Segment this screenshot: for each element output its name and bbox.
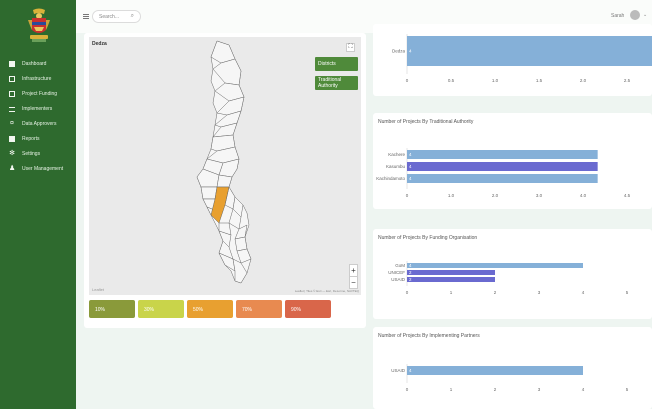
bar[interactable] xyxy=(407,277,495,282)
bar[interactable] xyxy=(407,263,583,268)
sidebar-item-label: Reports xyxy=(22,136,40,142)
districts-button[interactable]: Districts xyxy=(315,57,358,71)
chart-card-traditional-authority: Number of Projects By Traditional Author… xyxy=(373,113,652,209)
x-tick-label: 4.5 xyxy=(624,193,631,198)
bar[interactable] xyxy=(407,162,598,171)
traditional-authority-button[interactable]: Traditional Authority xyxy=(315,76,358,90)
calendar-icon xyxy=(9,91,15,97)
fullscreen-icon[interactable]: ⛶ xyxy=(346,43,355,52)
search-input[interactable]: Search... ⌕ xyxy=(92,10,141,23)
category-label: USAID xyxy=(391,368,406,373)
avatar[interactable] xyxy=(630,10,640,20)
map-legend: 10% 30% 50% 70% 90% xyxy=(89,300,331,318)
x-tick-label: 2.0 xyxy=(580,78,587,83)
bar[interactable] xyxy=(407,270,495,275)
chart-projects-by-traditional-authority: Kachere 4Kasumbu 4Kachindamoto 40 1.0 2.0 3.0 4… xyxy=(376,148,631,198)
category-label: UNICEF xyxy=(388,270,405,275)
category-label: Kachindamoto xyxy=(376,176,405,181)
chart-projects-by-funding-organisation: GoM 4UNICEF 2USAID 20 1 2 3 4 5 xyxy=(388,261,629,295)
category-label: Kachere xyxy=(388,152,405,157)
search-icon[interactable]: ⌕ xyxy=(131,13,134,20)
x-tick-label: 3.0 xyxy=(536,193,543,198)
x-tick-label: 0 xyxy=(406,78,409,83)
x-tick-label: 0 xyxy=(406,193,409,198)
bar-chart-icon xyxy=(9,76,15,82)
sidebar-item-data-approvers[interactable]: ¤ Data Approvers xyxy=(9,118,56,130)
chart-projects-by-implementing-partners: USAID 40 1 2 3 4 5 xyxy=(391,364,629,392)
sidebar-item-settings[interactable]: ✻ Settings xyxy=(9,148,40,160)
bar[interactable] xyxy=(407,150,598,159)
coat-of-arms-logo xyxy=(28,8,50,42)
x-tick-label: 3 xyxy=(538,387,541,392)
map-provider-logo: Leaflet xyxy=(92,287,105,292)
category-label: Dedza xyxy=(392,49,406,54)
sidebar: Dashboard Infrastructure Project Funding… xyxy=(0,0,76,409)
x-tick-label: 1.0 xyxy=(448,193,455,198)
x-tick-label: 3 xyxy=(538,290,541,295)
report-icon xyxy=(9,136,15,142)
sidebar-item-label: Data Approvers xyxy=(22,121,57,127)
category-label: Kasumbu xyxy=(386,164,406,169)
legend-item: 30% xyxy=(138,300,184,318)
sidebar-item-label: Infrastructure xyxy=(22,76,52,82)
zoom-in-button[interactable]: + xyxy=(350,265,357,277)
x-tick-label: 0 xyxy=(406,290,409,295)
x-tick-label: 2 xyxy=(494,387,497,392)
sidebar-item-label: Dashboard xyxy=(22,61,47,67)
x-tick-label: 2 xyxy=(494,290,497,295)
list-icon xyxy=(9,106,15,112)
user-name[interactable]: Sarah xyxy=(611,13,624,19)
search-placeholder: Search... xyxy=(99,14,120,20)
sidebar-item-project-funding[interactable]: Project Funding xyxy=(9,88,57,100)
chart-card-district: Dedza 4 0 0.5 1.0 1.5 2.0 2.5 xyxy=(373,24,652,96)
category-label: USAID xyxy=(391,277,406,282)
bar[interactable] xyxy=(407,36,652,66)
legend-item: 10% xyxy=(89,300,135,318)
selected-district-label: Dedza xyxy=(92,41,107,47)
sidebar-item-implementers[interactable]: Implementers xyxy=(9,103,52,115)
dashboard-icon xyxy=(9,61,15,67)
x-tick-label: 4.0 xyxy=(580,193,587,198)
sidebar-item-user-management[interactable]: ♟ User Management xyxy=(9,163,63,175)
district-map[interactable]: Dedza ⛶ Districts Traditional Authority … xyxy=(89,37,361,295)
x-tick-label: 1 xyxy=(450,387,453,392)
user-icon: ♟ xyxy=(9,165,16,172)
sidebar-item-label: Settings xyxy=(22,151,41,157)
bar[interactable] xyxy=(407,174,598,183)
chart-projects-by-district: Dedza 40 0.5 1.0 1.5 2.0 2.5 xyxy=(392,34,652,83)
sidebar-item-reports[interactable]: Reports xyxy=(9,133,40,145)
sidebar-item-label: User Management xyxy=(22,166,64,172)
x-tick-label: 2.0 xyxy=(492,193,499,198)
x-tick-label: 0.5 xyxy=(448,78,455,83)
legend-item: 70% xyxy=(236,300,282,318)
x-tick-label: 5 xyxy=(626,387,629,392)
bar[interactable] xyxy=(407,366,583,375)
legend-item: 90% xyxy=(285,300,331,318)
zoom-control: + − xyxy=(349,264,358,289)
sidebar-item-label: Implementers xyxy=(22,106,53,112)
x-tick-label: 1.5 xyxy=(536,78,543,83)
hamburger-menu-icon[interactable] xyxy=(83,14,89,19)
x-tick-label: 5 xyxy=(626,290,629,295)
chevron-down-icon[interactable]: ⌄ xyxy=(643,12,647,18)
x-tick-label: 1.0 xyxy=(492,78,499,83)
sidebar-item-label: Project Funding xyxy=(22,91,58,97)
chart-card-funding-organisation: Number of Projects By Funding Organisati… xyxy=(373,229,652,319)
x-tick-label: 1 xyxy=(450,290,453,295)
chart-card-implementing-partners: Number of Projects By Implementing Partn… xyxy=(373,327,652,409)
gear-icon: ✻ xyxy=(9,150,15,157)
sidebar-item-infrastructure[interactable]: Infrastructure xyxy=(9,73,51,85)
approve-icon: ¤ xyxy=(10,120,14,127)
category-label: GoM xyxy=(395,263,405,268)
map-attribution[interactable]: Leaflet | Tiles © Esri — Esri, DeLorme, … xyxy=(295,289,359,293)
map-card: Dedza ⛶ Districts Traditional Authority … xyxy=(84,33,366,328)
x-tick-label: 4 xyxy=(582,290,585,295)
zoom-out-button[interactable]: − xyxy=(350,277,357,289)
sidebar-item-dashboard[interactable]: Dashboard xyxy=(9,58,46,70)
x-tick-label: 4 xyxy=(582,387,585,392)
legend-item: 50% xyxy=(187,300,233,318)
x-tick-label: 0 xyxy=(406,387,409,392)
x-tick-label: 2.5 xyxy=(624,78,631,83)
